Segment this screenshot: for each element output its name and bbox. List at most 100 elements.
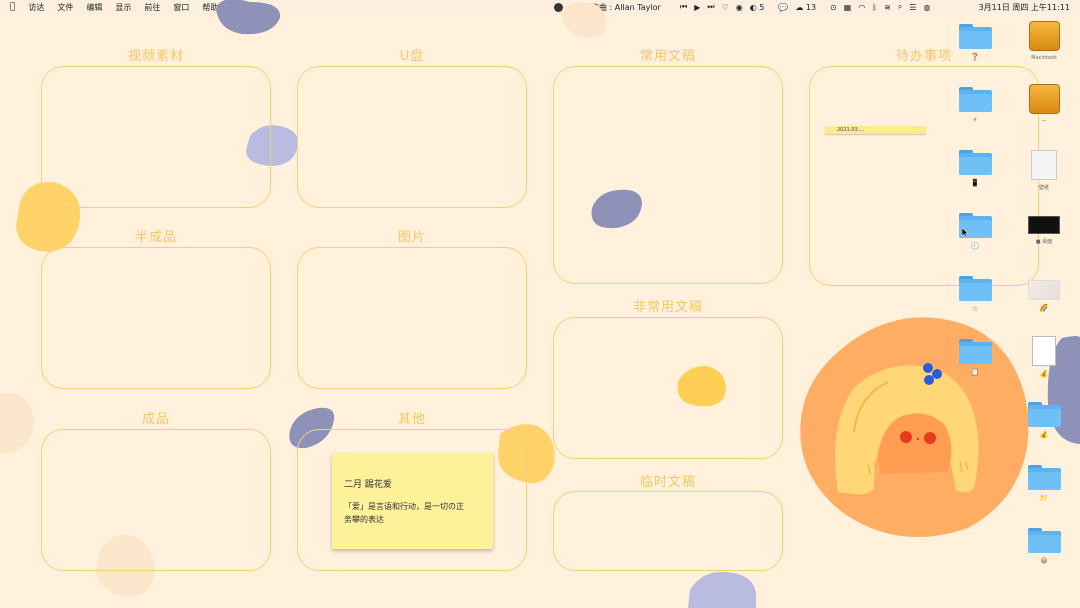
drive-icon — [1028, 84, 1060, 114]
peach-blob — [561, 2, 607, 39]
desktop-icon-label: 📁 — [1039, 494, 1049, 502]
desktop-icon-label: — — [1041, 118, 1047, 124]
desktop-folder-7[interactable]: 💰 — [1024, 402, 1064, 439]
desktop-folder-2[interactable]: ⚡ — [955, 87, 995, 124]
box-video-material — [41, 66, 271, 208]
section-title-usb-drive: U盘 — [399, 49, 425, 64]
desktop-icon-label: 🕗 — [970, 242, 980, 250]
orange-character-illustration — [800, 317, 1029, 537]
section-title-other: 其他 — [397, 412, 426, 427]
desktop-icon-label: Macintosh — [1031, 55, 1057, 61]
box-images — [297, 247, 527, 389]
image-file-icon — [1031, 150, 1057, 180]
box-finished — [41, 429, 271, 571]
menu-bar:  访达 文件 编辑 显示 前往 窗口 帮助 作曲 : Allan Taylor… — [0, 0, 1080, 14]
bluetooth-icon[interactable]: ᛒ — [872, 3, 877, 12]
section-title-video-material: 视频素材 — [127, 49, 184, 64]
vpn-icon[interactable]: ◉ — [736, 3, 743, 12]
play-icon[interactable]: ▶ — [694, 3, 700, 12]
desktop-icon-label: 💰 — [1039, 431, 1049, 439]
search-icon[interactable]: ⌕ — [898, 2, 902, 12]
desktop-image-3[interactable]: 🌈 — [1024, 280, 1064, 312]
section-title-todo: 待办事项 — [895, 49, 952, 64]
previous-track-icon[interactable]: ⏮ — [680, 2, 687, 12]
drive-icon — [1028, 21, 1060, 51]
section-title-temp-drafts: 临时文稿 — [639, 475, 696, 490]
mouse-cursor-icon — [962, 228, 969, 238]
menu-view[interactable]: 显示 — [115, 2, 131, 13]
play-circle-icon[interactable]: ⊙ — [830, 3, 837, 12]
next-track-icon[interactable]: ⏭ — [707, 2, 714, 12]
folder-icon — [958, 339, 992, 364]
folder-icon — [958, 276, 992, 301]
menu-window[interactable]: 窗口 — [173, 2, 189, 13]
section-title-images: 图片 — [397, 230, 426, 245]
desktop-folder-5[interactable]: ☆ — [955, 276, 995, 313]
box-semi-finished — [41, 247, 271, 389]
desktop-icon-label: ☆ — [971, 305, 979, 313]
notification-badge[interactable]: ◐ 5 — [750, 3, 772, 12]
box-uncommon-drafts — [553, 317, 783, 459]
box-usb-drive — [297, 66, 527, 208]
document-icon — [1032, 336, 1056, 366]
menu-finder[interactable]: 访达 — [28, 2, 44, 13]
folder-icon — [1027, 528, 1061, 553]
apple-logo-icon[interactable]:  — [10, 2, 15, 12]
desktop-icon-label: 🌈 — [1039, 304, 1049, 312]
image-file-icon — [1028, 280, 1060, 300]
box-todo — [809, 66, 1039, 286]
menu-edit[interactable]: 编辑 — [86, 2, 102, 13]
desktop-icon-label: ❓ — [970, 53, 980, 61]
menu-go[interactable]: 前往 — [144, 2, 160, 13]
badge-count: 5 — [759, 2, 765, 12]
lavender-blob-bottom — [688, 571, 756, 608]
desktop-drive-2[interactable]: — — [1024, 84, 1064, 124]
desktop-document[interactable]: 💰 — [1024, 336, 1064, 378]
desktop-image-1[interactable]: 壁纸 — [1024, 150, 1064, 191]
folder-icon — [1027, 402, 1061, 427]
sticky-note-title: 二月 踢花爱 — [344, 480, 392, 490]
chat-icon[interactable]: 💬 — [778, 3, 788, 12]
calendar-icon[interactable]: ▦ — [844, 3, 852, 12]
todo-sticky-note[interactable]: 2021.03.... — [825, 126, 926, 134]
section-title-semi-finished: 半成品 — [134, 230, 177, 245]
desktop-icon-label: 📱 — [970, 179, 980, 187]
peach-blob-left — [0, 393, 34, 454]
section-title-finished: 成品 — [141, 412, 170, 427]
desktop-icon-label: ⚡ — [972, 116, 978, 124]
folder-icon — [958, 87, 992, 112]
badge-count: 13 — [805, 2, 817, 12]
section-title-uncommon-drafts: 非常用文稿 — [632, 300, 703, 315]
heart-icon[interactable]: ♡ — [722, 3, 729, 12]
wechat-badge[interactable]: ☁ 13 — [795, 3, 823, 12]
desktop-drive-1[interactable]: Macintosh — [1024, 21, 1064, 61]
purple-blob — [216, 0, 281, 35]
desktop-folder-3[interactable]: 📱 — [955, 150, 995, 187]
box-temp-drafts — [553, 491, 783, 571]
section-title-common-drafts: 常用文稿 — [639, 49, 696, 64]
menu-file[interactable]: 文件 — [57, 2, 73, 13]
folder-icon — [1027, 465, 1061, 490]
desktop-folder-4[interactable]: 🕗 — [955, 213, 995, 250]
wifi-signal-icon[interactable]: ≋ — [884, 3, 891, 12]
desktop-folder-1[interactable]: ❓ — [955, 24, 995, 61]
sticky-note-body: 「爱」是言语和行动，是一切の正 务攀的表达 — [344, 502, 464, 524]
desktop-icon-label: 壁纸 — [1038, 185, 1049, 191]
desktop-icon-label: 😀 — [1040, 557, 1048, 565]
control-center-icon[interactable]: ☰ — [909, 3, 916, 12]
desktop-icon-label: 📋 — [970, 368, 980, 376]
desktop-icon-label: 💰 — [1039, 370, 1049, 378]
desktop-folder-8[interactable]: 📁 — [1024, 465, 1064, 502]
image-file-icon — [1028, 216, 1060, 234]
desktop-folder-9[interactable]: 😀 — [1024, 528, 1064, 565]
siri-icon[interactable]: ◍ — [923, 3, 930, 12]
desktop-image-2[interactable]: ■ 桌面 — [1024, 216, 1064, 245]
box-common-drafts — [553, 66, 783, 284]
wifi-icon[interactable]: ◠ — [858, 3, 865, 12]
folder-icon — [958, 24, 992, 49]
desktop-icon-label: ■ 桌面 — [1035, 239, 1053, 245]
folder-icon — [958, 150, 992, 175]
desktop-folder-6[interactable]: 📋 — [955, 339, 995, 376]
sticky-note[interactable]: 二月 踢花爱 「爱」是言语和行动，是一切の正 务攀的表达 — [332, 453, 493, 549]
menu-clock[interactable]: 3月11日 周四 上午11:11 — [979, 2, 1070, 13]
